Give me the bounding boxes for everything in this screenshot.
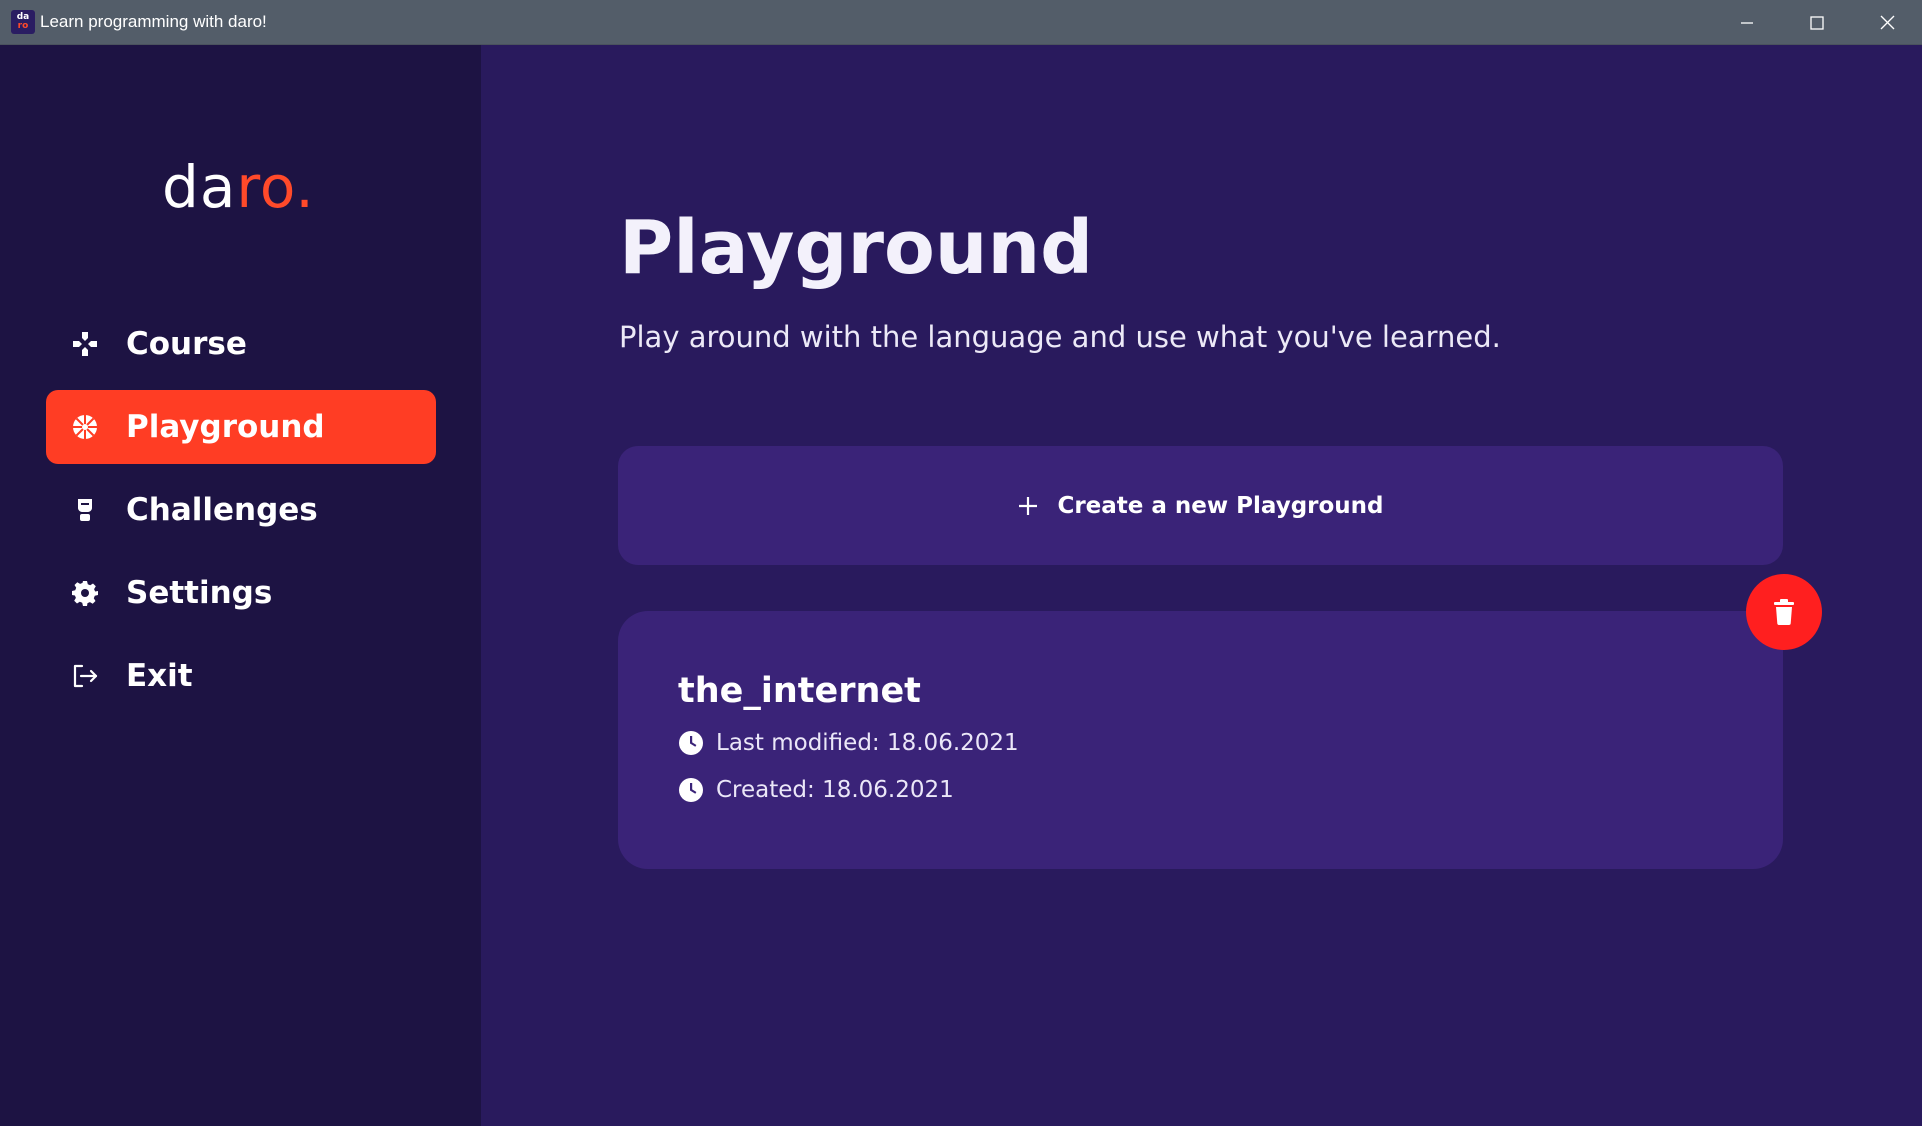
clock-icon — [678, 777, 704, 803]
window-controls — [1712, 0, 1922, 45]
app-icon-text-bottom: ro — [17, 21, 29, 31]
maximize-button[interactable] — [1782, 0, 1852, 45]
sidebar-item-exit[interactable]: Exit — [46, 639, 436, 713]
basketball-icon — [68, 410, 102, 444]
create-playground-label: Create a new Playground — [1057, 492, 1384, 519]
created-row: Created: 18.06.2021 — [678, 777, 954, 803]
close-icon — [1880, 15, 1894, 30]
logo-text-part2: ro. — [236, 153, 315, 221]
sidebar-item-settings[interactable]: Settings — [46, 556, 436, 630]
page-subtitle: Play around with the language and use wh… — [619, 320, 1501, 354]
sidebar-item-course[interactable]: Course — [46, 307, 436, 381]
create-playground-button[interactable]: Create a new Playground — [618, 446, 1783, 565]
sidebar-item-label: Challenges — [126, 492, 318, 528]
main-content: Playground Play around with the language… — [481, 45, 1922, 1126]
logo-text-part1: da — [162, 153, 237, 221]
sidebar-item-label: Settings — [126, 575, 273, 611]
daro-logo: daro. — [162, 153, 315, 221]
sidebar-item-label: Course — [126, 326, 247, 362]
trophy-icon — [68, 493, 102, 527]
gear-icon — [68, 576, 102, 610]
maximize-icon — [1810, 15, 1824, 30]
sidebar-item-playground[interactable]: Playground — [46, 390, 436, 464]
sidebar-nav: Course Playground Challenges Settings Ex… — [46, 307, 436, 722]
last-modified-row: Last modified: 18.06.2021 — [678, 730, 1019, 756]
gamepad-icon — [68, 327, 102, 361]
close-button[interactable] — [1852, 0, 1922, 45]
created-text: Created: 18.06.2021 — [716, 777, 954, 803]
playground-card[interactable]: the_internet Last modified: 18.06.2021 C… — [618, 611, 1783, 869]
sidebar: daro. Course Playground Challenges Setti… — [0, 45, 481, 1126]
last-modified-text: Last modified: 18.06.2021 — [716, 730, 1019, 756]
minimize-button[interactable] — [1712, 0, 1782, 45]
page-title: Playground — [619, 205, 1094, 291]
plus-icon — [1017, 495, 1039, 517]
clock-icon — [678, 730, 704, 756]
playground-name: the_internet — [678, 671, 921, 711]
sidebar-item-label: Playground — [126, 409, 325, 445]
minimize-icon — [1741, 21, 1753, 24]
sidebar-item-challenges[interactable]: Challenges — [46, 473, 436, 547]
trash-icon — [1774, 599, 1794, 625]
sidebar-item-label: Exit — [126, 658, 193, 694]
app-icon: da ro — [11, 10, 35, 34]
window-title: Learn programming with daro! — [40, 12, 267, 31]
exit-icon — [68, 659, 102, 693]
delete-playground-button[interactable] — [1746, 574, 1822, 650]
title-bar: da ro Learn programming with daro! — [0, 0, 1922, 45]
